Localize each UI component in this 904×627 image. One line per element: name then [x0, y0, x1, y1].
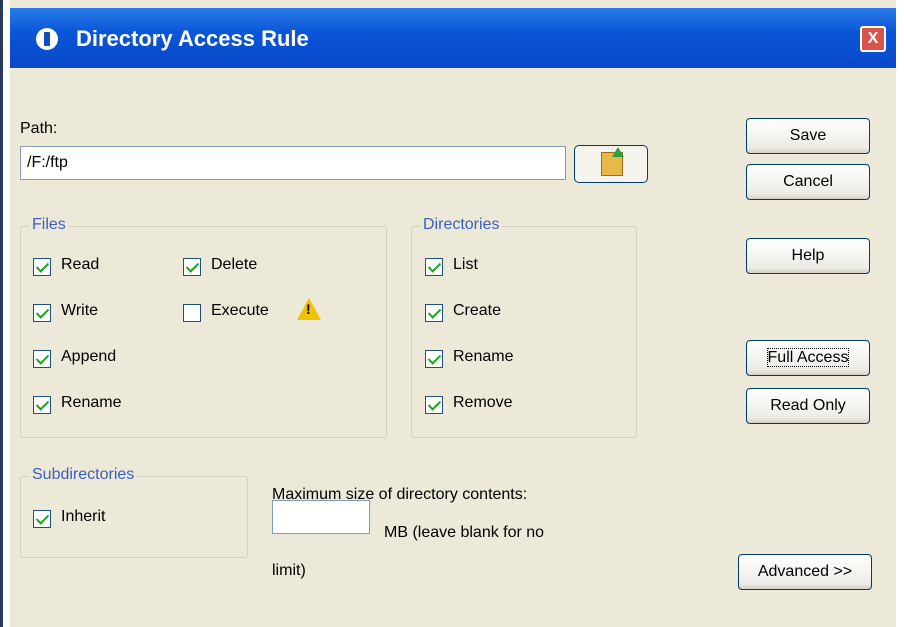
dir-rename-label: Rename — [453, 348, 514, 365]
left-edge-stripe — [0, 0, 3, 627]
checkbox-box[interactable] — [33, 350, 51, 368]
read-only-button-label: Read Only — [770, 397, 846, 414]
cancel-button-label: Cancel — [783, 173, 833, 190]
path-label: Path: — [20, 120, 58, 137]
save-button-label: Save — [789, 127, 827, 144]
files-read-label: Read — [61, 256, 100, 273]
path-input[interactable]: /F:/ftp — [20, 146, 566, 180]
save-button[interactable]: Save — [746, 118, 870, 154]
checkbox-box[interactable] — [33, 304, 51, 322]
checkbox-box[interactable] — [183, 304, 201, 322]
window-title: Directory Access Rule — [76, 26, 309, 51]
title-bar[interactable]: Directory Access Rule X — [10, 8, 896, 68]
dir-list-label: List — [453, 256, 478, 273]
checkbox-box[interactable] — [33, 258, 51, 276]
dialog-window: Directory Access Rule X Path: /F:/ftp Fi… — [0, 0, 904, 627]
dir-remove-label: Remove — [453, 394, 513, 411]
checkbox-box[interactable] — [33, 510, 51, 528]
browse-folder-button[interactable] — [574, 145, 648, 183]
cancel-button[interactable]: Cancel — [746, 164, 870, 200]
folder-up-icon — [601, 147, 624, 176]
directories-group: Directories List Create Rename Remove — [411, 216, 637, 438]
checkbox-box[interactable] — [33, 396, 51, 414]
left-edge — [0, 0, 10, 627]
max-size-input[interactable] — [272, 500, 370, 534]
checkbox-box[interactable] — [425, 258, 443, 276]
max-size-unit-text: MB (leave blank for no — [384, 524, 545, 541]
max-size-unit-text-cont: limit) — [272, 562, 306, 579]
warning-icon — [297, 298, 321, 320]
dir-create-label: Create — [453, 302, 502, 319]
subdirectories-group: Subdirectories Inherit — [20, 466, 248, 558]
help-button[interactable]: Help — [746, 238, 870, 274]
files-legend: Files — [29, 216, 69, 234]
files-rename-label: Rename — [61, 394, 122, 411]
files-delete-label: Delete — [211, 256, 258, 273]
checkbox-box[interactable] — [425, 396, 443, 414]
close-button[interactable]: X — [860, 26, 886, 52]
checkbox-box[interactable] — [183, 258, 201, 276]
subdir-inherit-label: Inherit — [61, 508, 106, 525]
files-group: Files Read Write Append Rename Delete Ex… — [20, 216, 387, 438]
checkbox-box[interactable] — [425, 350, 443, 368]
files-execute-label: Execute — [211, 302, 269, 319]
read-only-button[interactable]: Read Only — [746, 388, 870, 424]
help-button-label: Help — [791, 247, 825, 264]
full-access-button[interactable]: Full Access — [746, 340, 870, 376]
files-append-label: Append — [61, 348, 117, 365]
files-write-label: Write — [61, 302, 99, 319]
subdirectories-legend: Subdirectories — [29, 466, 138, 484]
full-access-button-label: Full Access — [766, 348, 850, 367]
right-edge — [896, 0, 904, 627]
directories-legend: Directories — [420, 216, 503, 234]
info-icon — [36, 28, 58, 50]
advanced-button[interactable]: Advanced >> — [738, 554, 872, 590]
advanced-button-label: Advanced >> — [757, 563, 853, 580]
checkbox-box[interactable] — [425, 304, 443, 322]
